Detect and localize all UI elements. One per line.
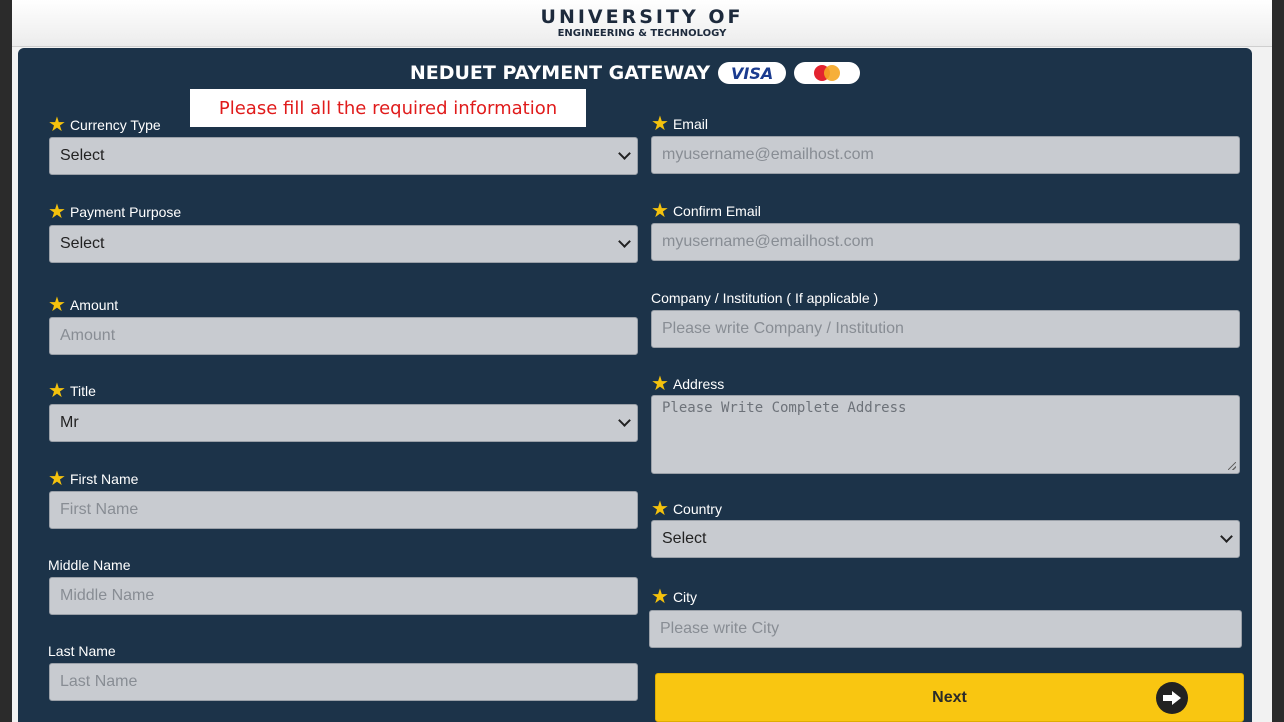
validation-alert-message: Please fill all the required information: [218, 97, 558, 119]
gateway-title: NEDUET PAYMENT GATEWAY: [409, 62, 711, 84]
title-label: ★ Title: [48, 381, 96, 401]
middle-name-placeholder: Middle Name: [60, 587, 155, 604]
middle-name-input[interactable]: Middle Name: [49, 577, 638, 615]
chevron-down-icon: [618, 235, 631, 248]
required-star-icon: ★: [651, 373, 669, 395]
country-value: Select: [662, 530, 707, 547]
confirm-email-placeholder: myusername@emailhost.com: [662, 233, 874, 250]
city-label-text: City: [672, 589, 698, 605]
required-star-icon: ★: [48, 294, 66, 316]
first-name-input[interactable]: First Name: [49, 491, 638, 529]
currency-type-select[interactable]: Select: [49, 137, 638, 175]
country-label: ★ Country: [651, 499, 722, 519]
required-star-icon: ★: [48, 468, 66, 490]
gateway-header: NEDUET PAYMENT GATEWAY VISA: [18, 60, 1252, 86]
title-select[interactable]: Mr: [49, 404, 638, 442]
address-label: ★ Address: [651, 374, 724, 394]
city-placeholder: Please write City: [660, 620, 780, 637]
required-star-icon: ★: [651, 113, 669, 135]
first-name-label-text: First Name: [69, 471, 139, 487]
amount-label: ★ Amount: [48, 295, 118, 315]
arrow-right-circle-icon: [1156, 682, 1188, 714]
address-label-text: Address: [672, 376, 725, 392]
window-frame-right: [1272, 0, 1284, 722]
last-name-label-text: Last Name: [48, 643, 116, 659]
currency-type-label-text: Currency Type: [69, 117, 161, 133]
company-input[interactable]: Please write Company / Institution: [651, 310, 1240, 348]
country-label-text: Country: [672, 501, 722, 517]
required-star-icon: ★: [48, 114, 66, 136]
payment-purpose-select[interactable]: Select: [49, 225, 638, 263]
required-star-icon: ★: [48, 201, 66, 223]
currency-type-label: ★ Currency Type: [48, 115, 161, 135]
first-name-label: ★ First Name: [48, 469, 138, 489]
university-header: UNIVERSITY OF ENGINEERING & TECHNOLOGY: [12, 0, 1272, 47]
university-title-line2: ENGINEERING & TECHNOLOGY: [557, 28, 727, 39]
title-value: Mr: [60, 414, 79, 431]
chevron-down-icon: [618, 414, 631, 427]
confirm-email-label-text: Confirm Email: [672, 203, 761, 219]
company-label: Company / Institution ( If applicable ): [651, 288, 878, 308]
visa-logo: VISA: [718, 62, 787, 84]
last-name-placeholder: Last Name: [60, 673, 138, 690]
company-label-text: Company / Institution ( If applicable ): [651, 290, 879, 306]
payment-purpose-label-text: Payment Purpose: [69, 204, 182, 220]
address-placeholder: Please Write Complete Address: [662, 400, 907, 416]
email-label: ★ Email: [651, 114, 708, 134]
amount-input[interactable]: Amount: [49, 317, 638, 355]
amount-placeholder: Amount: [60, 327, 116, 344]
validation-alert: Please fill all the required information: [190, 89, 586, 127]
middle-name-label: Middle Name: [48, 555, 130, 575]
required-star-icon: ★: [651, 498, 669, 520]
next-button[interactable]: Next: [655, 673, 1244, 722]
last-name-label: Last Name: [48, 641, 116, 661]
payment-purpose-value: Select: [60, 235, 105, 252]
next-button-label: Next: [932, 688, 967, 706]
amount-label-text: Amount: [69, 297, 119, 313]
required-star-icon: ★: [48, 380, 66, 402]
currency-type-value: Select: [60, 147, 105, 164]
required-star-icon: ★: [651, 586, 669, 608]
chevron-down-icon: [1220, 530, 1233, 543]
city-label: ★ City: [651, 587, 697, 607]
company-placeholder: Please write Company / Institution: [662, 320, 904, 337]
university-title-line1: UNIVERSITY OF: [540, 6, 744, 28]
payment-purpose-label: ★ Payment Purpose: [48, 202, 181, 222]
email-label-text: Email: [672, 116, 708, 132]
window-frame-left: [0, 0, 12, 722]
confirm-email-label: ★ Confirm Email: [651, 201, 761, 221]
address-textarea[interactable]: Please Write Complete Address: [651, 395, 1240, 474]
first-name-placeholder: First Name: [60, 501, 139, 518]
title-label-text: Title: [69, 383, 96, 399]
mastercard-logo: [794, 62, 861, 84]
email-input[interactable]: myusername@emailhost.com: [651, 136, 1240, 174]
confirm-email-input[interactable]: myusername@emailhost.com: [651, 223, 1240, 261]
required-star-icon: ★: [651, 200, 669, 222]
country-select[interactable]: Select: [651, 520, 1240, 558]
resize-handle-icon[interactable]: [1228, 462, 1236, 470]
middle-name-label-text: Middle Name: [48, 557, 131, 573]
chevron-down-icon: [618, 147, 631, 160]
last-name-input[interactable]: Last Name: [49, 663, 638, 701]
mastercard-yellow-circle: [824, 65, 841, 81]
city-input[interactable]: Please write City: [649, 610, 1242, 648]
email-placeholder: myusername@emailhost.com: [662, 146, 874, 163]
